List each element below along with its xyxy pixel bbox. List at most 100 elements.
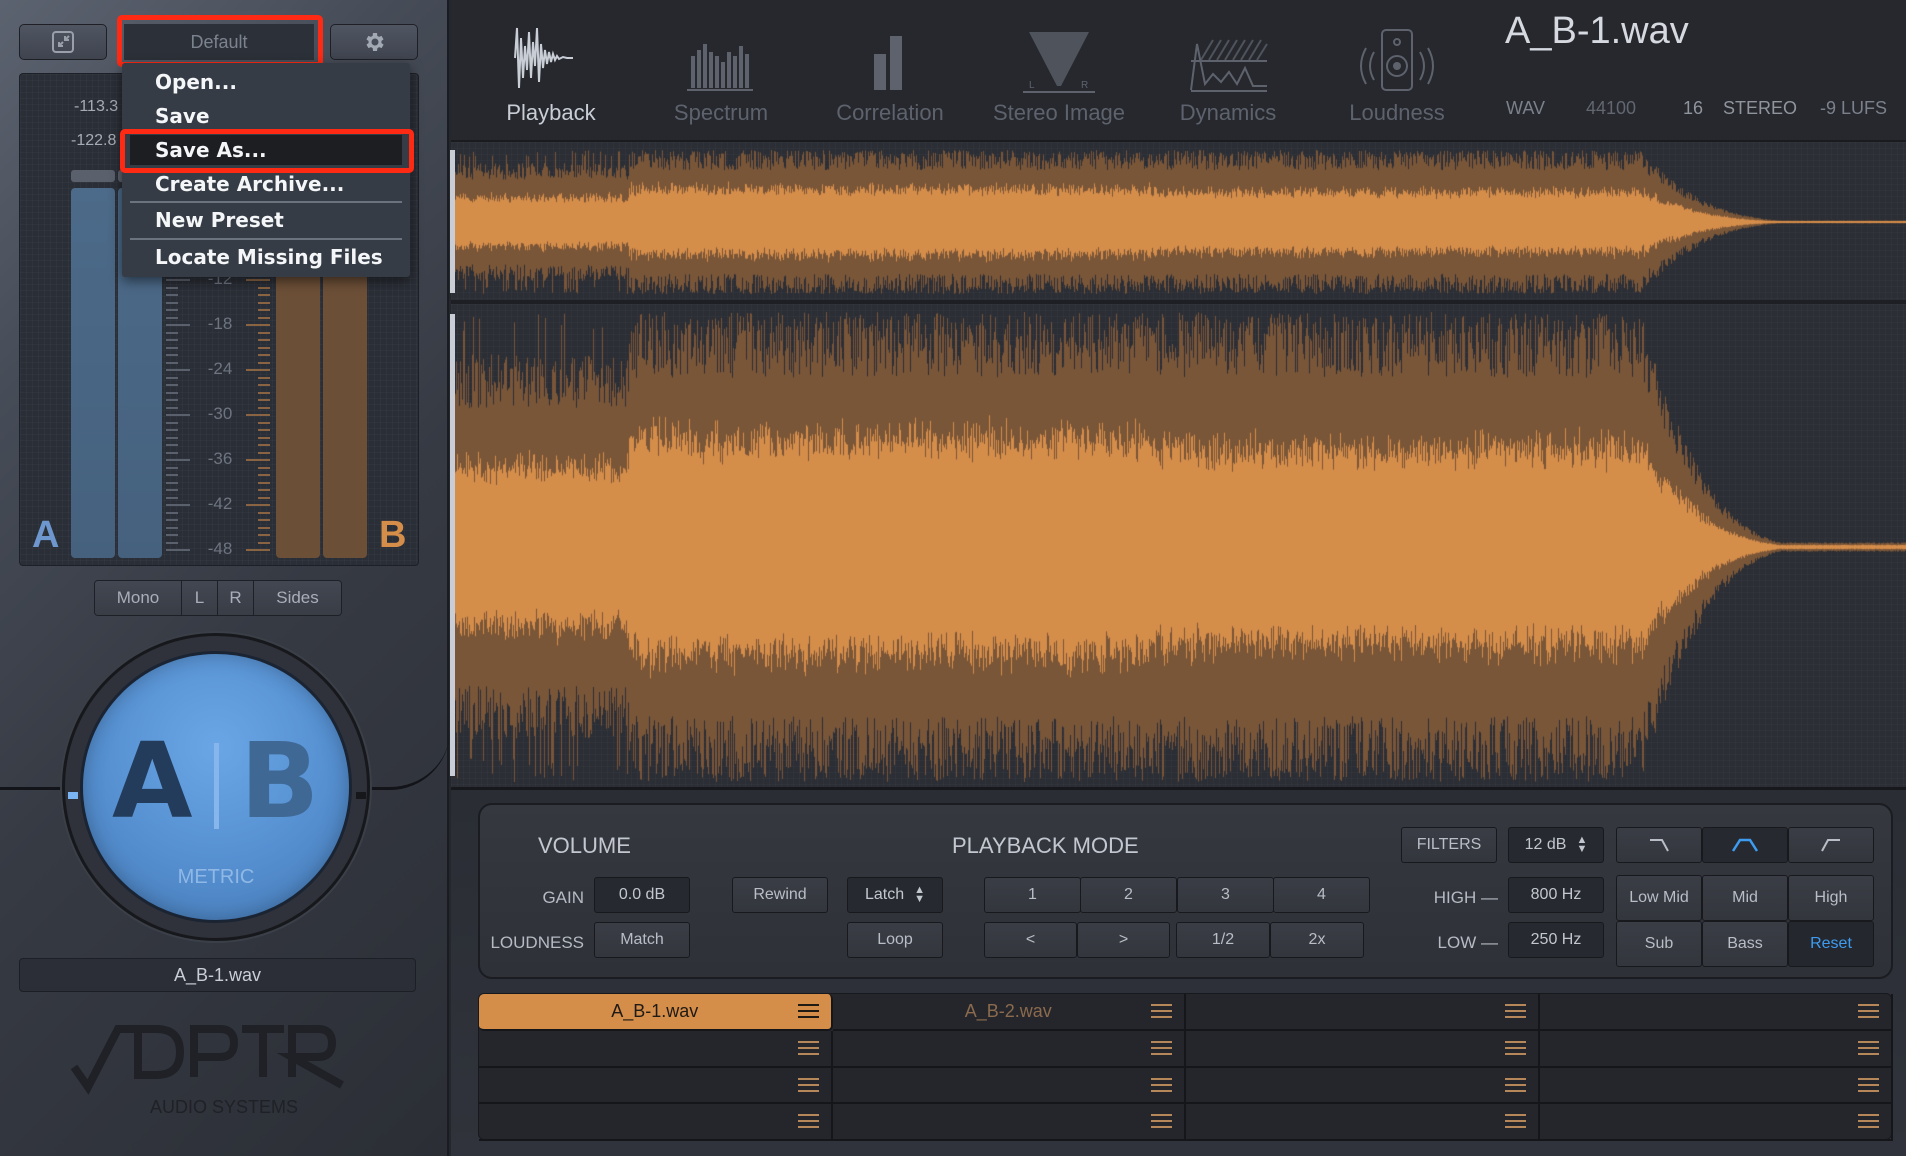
tab-loudness[interactable]: Loudness <box>1322 18 1472 128</box>
band-pass-filter-button[interactable] <box>1702 827 1788 863</box>
file-slot[interactable] <box>1186 1030 1540 1068</box>
file-slot[interactable] <box>479 1030 833 1068</box>
band-bass-button[interactable]: Bass <box>1702 921 1788 967</box>
meter-scale-label: -18 <box>207 314 233 333</box>
meter-tick <box>258 429 270 431</box>
file-slot[interactable] <box>832 1067 1186 1105</box>
volume-title: VOLUME <box>538 833 631 858</box>
collapse-button[interactable] <box>19 24 107 60</box>
menu-item-open[interactable]: Open... <box>122 67 410 97</box>
slot-menu-icon[interactable] <box>797 1040 819 1055</box>
cue-button-2[interactable]: 2 <box>1080 877 1177 913</box>
tab-correlation[interactable]: Correlation <box>815 18 965 128</box>
slot-menu-icon[interactable] <box>1504 1077 1526 1092</box>
menu-item-save[interactable]: Save <box>122 101 410 131</box>
slot-menu-icon[interactable] <box>1858 1077 1879 1092</box>
file-slot[interactable] <box>1539 1030 1893 1068</box>
filter-reset-button[interactable]: Reset <box>1788 921 1874 967</box>
file-slot[interactable] <box>832 1104 1186 1141</box>
left-button[interactable]: L <box>182 581 218 615</box>
tab-spectrum[interactable]: Spectrum <box>646 18 796 128</box>
meter-tick <box>246 549 270 551</box>
right-button[interactable]: R <box>218 581 254 615</box>
slot-menu-icon[interactable] <box>1151 1114 1172 1129</box>
band-high-button[interactable]: High <box>1788 875 1874 921</box>
meter-tick <box>258 399 270 401</box>
menu-item-locate-missing-files[interactable]: Locate Missing Files <box>122 242 410 272</box>
slot-menu-icon[interactable] <box>1151 1077 1172 1092</box>
preset-selector[interactable]: Default <box>124 24 314 60</box>
loop-button[interactable]: Loop <box>847 922 943 958</box>
meter-tick <box>258 466 270 469</box>
slot-menu-icon[interactable] <box>1151 1004 1172 1018</box>
file-slot[interactable] <box>1186 994 1540 1031</box>
file-slot[interactable] <box>1186 1067 1540 1105</box>
half-speed-button[interactable]: 1/2 <box>1176 922 1270 958</box>
collapse-icon <box>52 31 74 53</box>
menu-item-save-as[interactable]: Save As... <box>130 135 402 165</box>
low-frequency-field[interactable]: 250 Hz <box>1508 922 1604 958</box>
settings-button[interactable] <box>330 24 418 60</box>
slot-menu-icon[interactable] <box>1858 1004 1879 1018</box>
slope-select[interactable]: 12 dB ▲ ▼ <box>1508 827 1604 863</box>
file-slot[interactable] <box>479 1104 833 1141</box>
slot-menu-icon[interactable] <box>1858 1114 1879 1129</box>
double-speed-button[interactable]: 2x <box>1270 922 1364 958</box>
tab-label: Playback <box>506 100 596 125</box>
band-sub-button[interactable]: Sub <box>1616 921 1702 967</box>
gain-field[interactable]: 0.0 dB <box>594 877 690 913</box>
file-slot[interactable]: A_B-1.wav <box>479 994 833 1031</box>
playhead-top[interactable] <box>450 150 455 293</box>
mono-button[interactable]: Mono <box>95 581 182 615</box>
next-button[interactable]: > <box>1077 922 1170 958</box>
file-slot[interactable] <box>1539 1067 1893 1105</box>
slot-menu-icon[interactable] <box>797 1004 819 1018</box>
match-button[interactable]: Match <box>594 922 690 958</box>
meter-tick <box>166 489 178 491</box>
meter-tick <box>258 294 270 296</box>
previous-button[interactable]: < <box>984 922 1077 958</box>
meter-tick <box>258 361 270 364</box>
low-pass-filter-button[interactable] <box>1616 827 1702 863</box>
cue-button-1[interactable]: 1 <box>984 877 1081 913</box>
slot-menu-icon[interactable] <box>797 1077 819 1092</box>
tab-playback[interactable]: Playback <box>476 18 626 128</box>
waveform-display[interactable] <box>451 142 1906 790</box>
band-low-mid-button[interactable]: Low Mid <box>1616 875 1702 921</box>
tab-stereo-image[interactable]: L R Stereo Image <box>984 18 1134 128</box>
slot-menu-icon[interactable] <box>1858 1040 1879 1055</box>
file-slot[interactable] <box>832 1030 1186 1068</box>
file-format: WAV <box>1506 98 1545 118</box>
slot-menu-icon[interactable] <box>1504 1004 1526 1018</box>
waveform-canvas[interactable] <box>451 142 1906 790</box>
menu-item-create-archive[interactable]: Create Archive... <box>122 169 410 199</box>
logo-subtitle: AUDIO SYSTEMS <box>150 1097 298 1117</box>
sides-button[interactable]: Sides <box>254 581 341 615</box>
file-slot[interactable] <box>1186 1104 1540 1141</box>
slot-menu-icon[interactable] <box>1504 1040 1526 1055</box>
meter-tick <box>166 526 178 529</box>
file-slot[interactable]: A_B-2.wav <box>832 994 1186 1031</box>
tab-dynamics[interactable]: Dynamics <box>1153 18 1303 128</box>
band-pass-icon <box>1731 838 1759 852</box>
cue-button-3[interactable]: 3 <box>1177 877 1274 913</box>
cue-button-4[interactable]: 4 <box>1273 877 1370 913</box>
file-slot[interactable] <box>1539 1104 1893 1141</box>
slot-menu-icon[interactable] <box>1151 1040 1172 1055</box>
slot-menu-icon[interactable] <box>1504 1114 1526 1129</box>
meter-scale-label: -24 <box>207 359 233 378</box>
high-pass-filter-button[interactable] <box>1788 827 1874 863</box>
high-frequency-field[interactable]: 800 Hz <box>1508 877 1604 913</box>
file-slot[interactable] <box>1539 994 1893 1031</box>
filters-button[interactable]: FILTERS <box>1401 827 1497 863</box>
meter-tick <box>166 436 178 439</box>
menu-item-new-preset[interactable]: New Preset <box>122 205 410 235</box>
file-slot[interactable] <box>479 1067 833 1105</box>
rewind-button[interactable]: Rewind <box>732 877 828 913</box>
band-mid-button[interactable]: Mid <box>1702 875 1788 921</box>
meter-tick <box>166 541 178 544</box>
meter-tick <box>258 534 270 536</box>
playhead-bottom[interactable] <box>450 314 455 776</box>
latch-select[interactable]: Latch ▲ ▼ <box>847 877 943 913</box>
slot-menu-icon[interactable] <box>797 1114 819 1129</box>
